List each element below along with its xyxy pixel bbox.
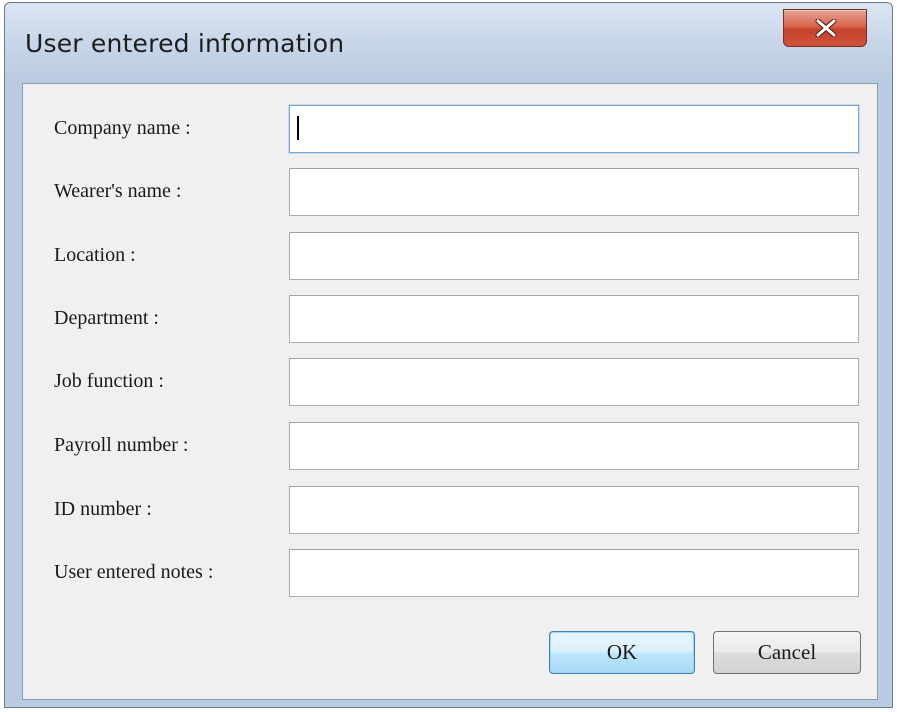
form-row-id-number: ID number : (23, 486, 877, 536)
department-input[interactable] (289, 295, 859, 343)
form-row-wearers-name: Wearer's name : (23, 168, 877, 218)
ok-button[interactable]: OK (549, 631, 695, 674)
form-row-company-name: Company name : (23, 105, 877, 155)
close-icon (815, 19, 837, 37)
department-label: Department : (54, 307, 159, 329)
window-title: User entered information (25, 29, 345, 58)
company-name-label: Company name : (54, 117, 191, 139)
payroll-number-label: Payroll number : (54, 434, 189, 456)
wearers-name-input[interactable] (289, 168, 859, 216)
company-name-input[interactable] (289, 105, 859, 153)
form-row-location: Location : (23, 232, 877, 282)
dialog-body: Company name : Wearer's name : Location … (22, 83, 878, 700)
location-label: Location : (54, 244, 136, 266)
close-button[interactable] (783, 9, 867, 47)
id-number-label: ID number : (54, 498, 152, 520)
location-input[interactable] (289, 232, 859, 280)
id-number-input[interactable] (289, 486, 859, 534)
job-function-input[interactable] (289, 358, 859, 406)
wearers-name-label: Wearer's name : (54, 180, 182, 202)
cancel-button[interactable]: Cancel (713, 631, 861, 674)
form-row-department: Department : (23, 295, 877, 345)
payroll-number-input[interactable] (289, 422, 859, 470)
title-bar[interactable]: User entered information (5, 3, 892, 83)
dialog-window: User entered information Company name : … (4, 2, 893, 708)
user-notes-input[interactable] (289, 549, 859, 597)
job-function-label: Job function : (54, 370, 164, 392)
user-notes-label: User entered notes : (54, 561, 214, 583)
text-caret (297, 116, 299, 140)
form-row-payroll-number: Payroll number : (23, 422, 877, 472)
form-row-job-function: Job function : (23, 358, 877, 408)
form-row-user-notes: User entered notes : (23, 549, 877, 599)
